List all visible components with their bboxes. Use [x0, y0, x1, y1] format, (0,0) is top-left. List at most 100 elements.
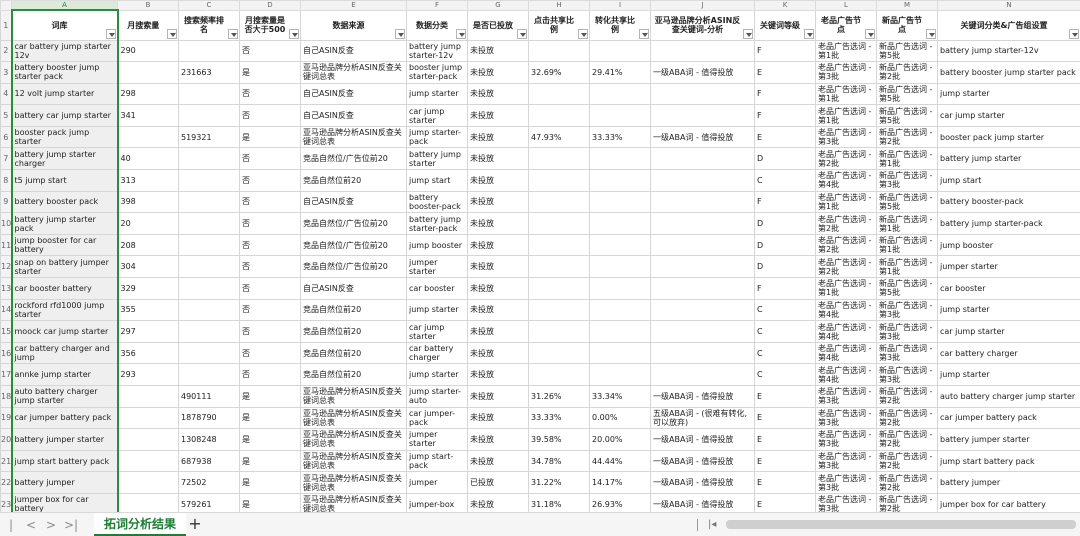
table-cell[interactable]: [528, 104, 590, 127]
column-letter[interactable]: F: [406, 0, 468, 11]
table-cell[interactable]: 自己ASIN反查: [300, 190, 407, 214]
table-cell[interactable]: 341: [117, 104, 179, 127]
table-cell[interactable]: 0.00%: [589, 406, 651, 430]
table-cell[interactable]: [178, 212, 240, 235]
column-letter[interactable]: H: [528, 0, 590, 11]
table-cell[interactable]: 老品广告选词 - 第4批: [815, 298, 877, 322]
table-cell[interactable]: car battery charger: [406, 341, 468, 365]
table-cell[interactable]: 未投放: [467, 147, 529, 171]
row-number[interactable]: 22: [0, 471, 12, 494]
table-cell[interactable]: 未投放: [467, 212, 529, 235]
table-cell[interactable]: 未投放: [467, 255, 529, 279]
table-cell[interactable]: E: [754, 385, 816, 408]
table-cell[interactable]: 398: [117, 190, 179, 214]
table-cell[interactable]: 新品广告选词 - 第2批: [876, 492, 938, 512]
table-cell[interactable]: [528, 212, 590, 235]
table-cell[interactable]: rockford rfd1000 jump starter: [10, 298, 119, 322]
table-cell[interactable]: jump start: [937, 169, 1080, 192]
table-cell[interactable]: 未投放: [467, 169, 529, 192]
table-cell[interactable]: jump booster: [937, 233, 1080, 257]
table-cell[interactable]: 老品广告选词 - 第2批: [815, 233, 877, 257]
table-cell[interactable]: 竞品自然位前20: [300, 298, 407, 322]
table-cell[interactable]: 亚马逊品牌分析ASIN反查关键词总表: [300, 428, 407, 451]
table-cell[interactable]: [650, 190, 755, 214]
row-number[interactable]: 23: [0, 492, 12, 512]
column-header[interactable]: 关键词等级: [754, 9, 816, 41]
column-letter[interactable]: D: [239, 0, 301, 11]
table-cell[interactable]: car booster: [406, 277, 468, 300]
table-cell[interactable]: 否: [239, 277, 301, 300]
table-cell[interactable]: [650, 147, 755, 171]
row-number[interactable]: 13: [0, 277, 12, 300]
table-cell[interactable]: car jump starter: [937, 320, 1080, 343]
table-cell[interactable]: D: [754, 233, 816, 257]
table-cell[interactable]: 356: [117, 341, 179, 365]
table-cell[interactable]: auto battery charger jump starter: [10, 385, 119, 408]
filter-dropdown-icon[interactable]: [926, 28, 936, 39]
column-letter[interactable]: M: [876, 0, 938, 11]
table-cell[interactable]: [528, 363, 590, 386]
table-cell[interactable]: 14.17%: [589, 471, 651, 494]
table-cell[interactable]: auto battery charger jump starter: [937, 385, 1080, 408]
table-cell[interactable]: 老品广告选词 - 第3批: [815, 471, 877, 494]
table-cell[interactable]: 未投放: [467, 341, 529, 365]
table-cell[interactable]: 新品广告选词 - 第2批: [876, 385, 938, 408]
table-cell[interactable]: 亚马逊品牌分析ASIN反查关键词总表: [300, 61, 407, 84]
table-cell[interactable]: 老品广告选词 - 第3批: [815, 406, 877, 430]
table-cell[interactable]: [178, 82, 240, 106]
column-letter[interactable]: K: [754, 0, 816, 11]
table-cell[interactable]: 老品广告选词 - 第1批: [815, 82, 877, 106]
table-cell[interactable]: 老品广告选词 - 第4批: [815, 320, 877, 343]
table-cell[interactable]: 新品广告选词 - 第2批: [876, 125, 938, 149]
table-cell[interactable]: 新品广告选词 - 第3批: [876, 363, 938, 386]
column-letter[interactable]: B: [117, 0, 179, 11]
table-cell[interactable]: car jump starter: [406, 104, 468, 127]
table-cell[interactable]: 231663: [178, 61, 240, 84]
table-cell[interactable]: 老品广告选词 - 第3批: [815, 125, 877, 149]
table-cell[interactable]: [589, 363, 651, 386]
table-cell[interactable]: [117, 449, 179, 473]
table-cell[interactable]: 竞品自然位/广告位前20: [300, 147, 407, 171]
table-cell[interactable]: 72502: [178, 471, 240, 494]
table-cell[interactable]: 298: [117, 82, 179, 106]
table-cell[interactable]: 29.41%: [589, 61, 651, 84]
table-cell[interactable]: 新品广告选词 - 第2批: [876, 449, 938, 473]
table-cell[interactable]: 40: [117, 147, 179, 171]
table-cell[interactable]: [528, 147, 590, 171]
filter-dropdown-icon[interactable]: [517, 28, 527, 39]
filter-dropdown-icon[interactable]: [395, 28, 405, 39]
column-header[interactable]: 词库: [10, 9, 119, 41]
table-cell[interactable]: 老品广告选词 - 第4批: [815, 169, 877, 192]
table-cell[interactable]: 新品广告选词 - 第1批: [876, 255, 938, 279]
table-cell[interactable]: 一级ABA词 - 值得投放: [650, 471, 755, 494]
table-cell[interactable]: 新品广告选词 - 第5批: [876, 104, 938, 127]
table-cell[interactable]: 自己ASIN反查: [300, 277, 407, 300]
table-cell[interactable]: jumper-box: [406, 492, 468, 512]
table-cell[interactable]: 亚马逊品牌分析ASIN反查关键词总表: [300, 471, 407, 494]
table-cell[interactable]: car jumper battery pack: [937, 406, 1080, 430]
table-cell[interactable]: 新品广告选词 - 第1批: [876, 212, 938, 235]
table-cell[interactable]: [589, 39, 651, 63]
table-cell[interactable]: 一级ABA词 - 值得投放: [650, 385, 755, 408]
table-cell[interactable]: 未投放: [467, 190, 529, 214]
table-cell[interactable]: [178, 255, 240, 279]
table-cell[interactable]: 竞品自然位/广告位前20: [300, 255, 407, 279]
table-cell[interactable]: 33.33%: [528, 406, 590, 430]
table-cell[interactable]: jump starter-pack: [406, 125, 468, 149]
table-cell[interactable]: 未投放: [467, 233, 529, 257]
last-sheet-icon[interactable]: >|: [64, 517, 78, 533]
table-cell[interactable]: [528, 233, 590, 257]
first-sheet-icon[interactable]: |<: [4, 517, 18, 536]
table-cell[interactable]: 33.33%: [589, 125, 651, 149]
row-number[interactable]: 12: [0, 255, 12, 279]
table-cell[interactable]: 是: [239, 492, 301, 512]
column-letter[interactable]: G: [467, 0, 529, 11]
table-cell[interactable]: car jump starter: [937, 104, 1080, 127]
table-cell[interactable]: 未投放: [467, 125, 529, 149]
table-cell[interactable]: 355: [117, 298, 179, 322]
table-cell[interactable]: car battery charger: [937, 341, 1080, 365]
table-cell[interactable]: [650, 82, 755, 106]
table-cell[interactable]: 是: [239, 406, 301, 430]
table-cell[interactable]: booster pack jump starter: [937, 125, 1080, 149]
table-cell[interactable]: 一级ABA词 - 值得投放: [650, 428, 755, 451]
